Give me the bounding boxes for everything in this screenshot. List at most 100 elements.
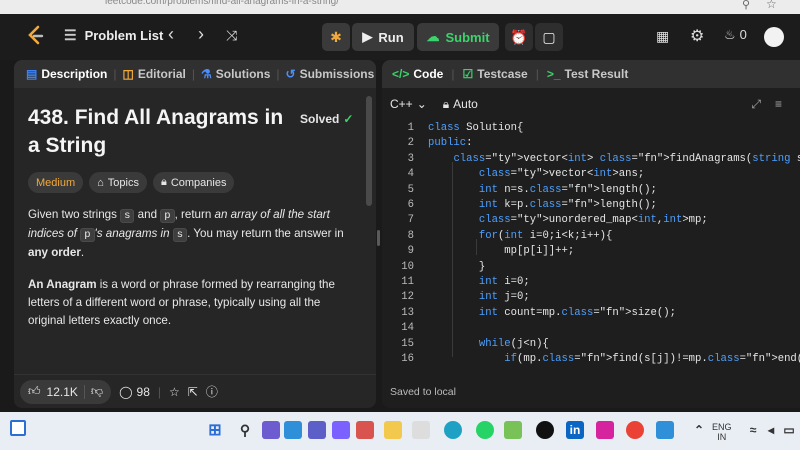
code-line[interactable]: 16 if(mp.class="fn">find(s[j])!=mp.class… bbox=[382, 353, 800, 368]
whatsapp-icon[interactable] bbox=[476, 421, 494, 439]
run-button[interactable]: ▶ Run bbox=[352, 23, 414, 51]
gear-icon[interactable]: ⚙ bbox=[690, 26, 704, 46]
code-line[interactable]: 1 class Solution{ bbox=[382, 122, 800, 137]
timer-button[interactable]: ⏰ bbox=[505, 23, 533, 51]
line-number: 11 bbox=[401, 276, 414, 288]
expand-icon[interactable]: ⤢ bbox=[751, 97, 761, 112]
app-icon[interactable] bbox=[332, 421, 350, 439]
notes-button[interactable]: ▢ bbox=[535, 23, 563, 51]
widgets-icon[interactable] bbox=[10, 420, 26, 436]
tab-divider: | bbox=[113, 67, 117, 81]
lang-code: ENG bbox=[712, 422, 732, 432]
flask-icon: ⚗ bbox=[200, 67, 212, 81]
layout-grid-icon[interactable]: ▦ bbox=[656, 28, 669, 45]
problem-list-button[interactable]: ☰ Problem List bbox=[64, 27, 163, 44]
thumbs-down-icon[interactable]: 👎︎ bbox=[91, 384, 103, 399]
code-text: } bbox=[428, 260, 486, 273]
app-icon[interactable] bbox=[504, 421, 522, 439]
chevron-up-icon[interactable]: ⌃ bbox=[690, 421, 708, 439]
code-line[interactable]: 8 for(int i=0;i<k;i++){ bbox=[382, 230, 800, 245]
code-line[interactable]: 15 while(j<n){ bbox=[382, 338, 800, 353]
tab-editorial[interactable]: ◫ Editorial bbox=[122, 67, 185, 81]
teams-icon[interactable] bbox=[308, 421, 326, 439]
tab-testcase[interactable]: ☑ Testcase bbox=[462, 67, 527, 81]
tab-test-result[interactable]: >_ Test Result bbox=[547, 67, 628, 81]
volume-icon[interactable]: ◂ bbox=[762, 421, 780, 439]
note-icon: ▢ bbox=[542, 28, 556, 45]
windows-start-icon[interactable]: ⊞ bbox=[206, 421, 224, 439]
instagram-icon[interactable] bbox=[596, 421, 614, 439]
bold-text: An Anagram bbox=[28, 278, 97, 291]
code-editor[interactable]: 1 class Solution{2 public: 3 class="ty">vec… bbox=[382, 122, 800, 372]
wifi-icon[interactable]: ≈ bbox=[744, 421, 762, 439]
bookmark-star-icon[interactable]: ☆ bbox=[766, 0, 777, 11]
taskview-icon[interactable] bbox=[262, 421, 280, 439]
app-icon[interactable] bbox=[656, 421, 674, 439]
folder-icon[interactable] bbox=[384, 421, 402, 439]
zoom-icon[interactable]: ⚲ bbox=[742, 0, 750, 11]
streak-counter[interactable]: ♨ 0 bbox=[724, 27, 747, 43]
submit-button[interactable]: ☁ Submit bbox=[417, 23, 499, 51]
companies-chip[interactable]: 🔒︎ Companies bbox=[152, 172, 235, 193]
code-line[interactable]: 14 bbox=[382, 322, 800, 337]
code-line[interactable]: 6 int k=p.class="fn">length(); bbox=[382, 199, 800, 214]
tab-solutions[interactable]: ⚗ Solutions bbox=[201, 67, 270, 81]
topics-chip[interactable]: ⌂ Topics bbox=[89, 172, 147, 193]
splitter-grip[interactable] bbox=[377, 230, 380, 246]
tab-label: Solutions bbox=[215, 67, 271, 81]
address-bar[interactable]: leetcode.com/problems/find-all-anagrams-… bbox=[105, 0, 505, 10]
code-line[interactable]: 7 class="ty">unordered_map<int,int>mp; bbox=[382, 214, 800, 229]
code-icon: </> bbox=[392, 67, 410, 81]
language-indicator[interactable]: ENG IN bbox=[712, 422, 732, 442]
code-text: class="ty">vector<int>ans; bbox=[478, 168, 645, 181]
code-line[interactable]: 2 public: bbox=[382, 137, 800, 152]
app-icon[interactable] bbox=[412, 421, 430, 439]
app-icon[interactable] bbox=[356, 421, 374, 439]
app-icon[interactable] bbox=[284, 421, 302, 439]
search-icon[interactable]: ⚲ bbox=[236, 421, 254, 439]
next-problem-icon[interactable]: › bbox=[198, 24, 204, 45]
linkedin-icon[interactable]: in bbox=[566, 421, 584, 439]
description-scrollbar[interactable] bbox=[366, 96, 372, 206]
description-panel: ▤ Description | ◫ Editorial | ⚗ Solution… bbox=[14, 60, 376, 408]
edge-icon[interactable] bbox=[444, 421, 462, 439]
xbox-icon[interactable] bbox=[536, 421, 554, 439]
code-line[interactable]: 12 int j=0; bbox=[382, 291, 800, 306]
code-line[interactable]: 10 } bbox=[382, 261, 800, 276]
battery-icon[interactable]: ▭ bbox=[780, 421, 798, 439]
like-dislike-group: 👍︎ 12.1K 👎︎ bbox=[20, 379, 112, 404]
divider bbox=[83, 384, 85, 399]
menu-icon[interactable]: ≡ bbox=[775, 97, 782, 112]
code-line[interactable]: 13 int count=mp.class="fn">size(); bbox=[382, 307, 800, 322]
language-select[interactable]: C++ ⌄ bbox=[390, 97, 427, 111]
tab-code[interactable]: </> Code bbox=[392, 67, 443, 81]
comments-button[interactable]: ◯ 98 bbox=[119, 385, 150, 399]
prev-problem-icon[interactable]: ‹ bbox=[168, 24, 174, 45]
chevron-down-icon: ⌄ bbox=[416, 97, 427, 111]
submit-label: Submit bbox=[445, 29, 490, 45]
share-icon[interactable]: ⇱ bbox=[188, 385, 198, 399]
chrome-icon[interactable] bbox=[626, 421, 644, 439]
star-icon[interactable]: ☆ bbox=[169, 385, 180, 399]
debug-button[interactable]: ✱ bbox=[322, 23, 350, 51]
code-line[interactable]: 9 mp[p[i]]++; bbox=[382, 245, 800, 260]
code-line[interactable]: 3 class="ty">vector<int> class="fn">find… bbox=[382, 153, 800, 168]
tab-submissions[interactable]: ↺ Submissions bbox=[286, 67, 375, 81]
code-panel: </> Code | ☑ Testcase | >_ Test Result C… bbox=[382, 60, 800, 408]
editor-toolbar: C++ ⌄ 🔒︎ Auto ⤢ ≡ bbox=[390, 94, 790, 114]
leetcode-logo-icon[interactable] bbox=[24, 24, 48, 48]
problem-title: 438. Find All Anagrams in a String bbox=[28, 106, 284, 157]
code-line[interactable]: 5 int n=s.class="fn">length(); bbox=[382, 184, 800, 199]
run-label: Run bbox=[378, 29, 404, 45]
code-line[interactable]: 4 class="ty">vector<int>ans; bbox=[382, 168, 800, 183]
autocomplete-toggle[interactable]: 🔒︎ Auto bbox=[443, 97, 478, 112]
tab-description[interactable]: ▤ Description bbox=[26, 67, 107, 81]
shuffle-icon[interactable]: ⤨ bbox=[226, 27, 237, 44]
line-number: 14 bbox=[401, 322, 414, 335]
cloud-upload-icon: ☁ bbox=[426, 29, 440, 44]
windows-taskbar: ⊞ ⚲ in ⌃ ENG IN ≈ ◂ ▭ bbox=[0, 412, 800, 450]
thumbs-up-icon[interactable]: 👍︎ bbox=[28, 384, 41, 399]
help-icon[interactable]: ⓘ bbox=[206, 383, 218, 400]
avatar[interactable] bbox=[764, 27, 784, 47]
code-line[interactable]: 11 int i=0; bbox=[382, 276, 800, 291]
